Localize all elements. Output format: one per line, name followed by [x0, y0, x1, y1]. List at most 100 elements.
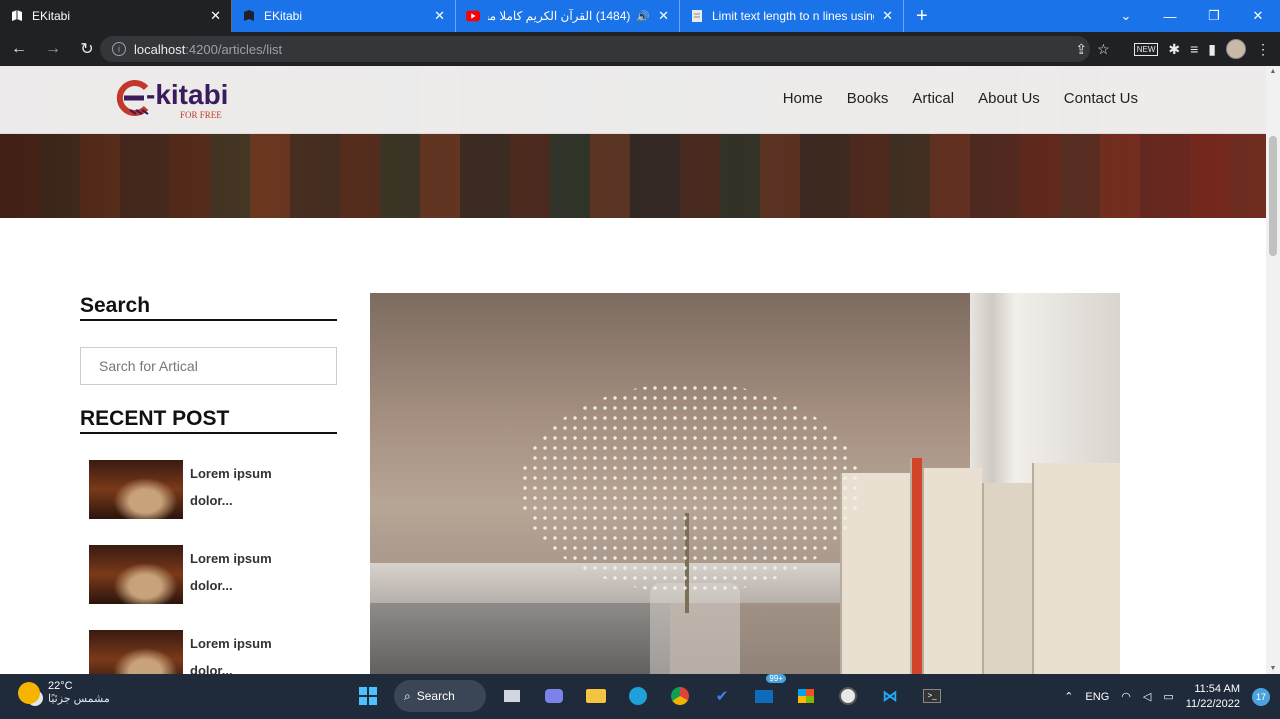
close-tab-icon[interactable]: ✕	[210, 8, 221, 24]
chrome-icon[interactable]	[664, 680, 696, 712]
mail-badge: 99+	[766, 674, 786, 683]
close-tab-icon[interactable]: ✕	[434, 8, 445, 24]
volume-icon[interactable]: ◁	[1143, 690, 1151, 703]
tab-search-icon[interactable]: ⌄	[1104, 8, 1148, 24]
post-excerpt[interactable]: Lorem ipsum dolor...	[190, 460, 290, 519]
windows-taskbar: 22°C مشمس جزئيًا ⌕ Search ✔ 99+ ⋈ >_ ⌃ E…	[0, 674, 1280, 719]
recent-post-item[interactable]: Lorem ipsum dolor...	[89, 460, 337, 519]
book-favicon-icon	[10, 9, 24, 23]
reload-icon[interactable]: ↻	[72, 34, 102, 64]
speaker-icon[interactable]: 🔊	[636, 10, 650, 23]
url-host: localhost	[134, 41, 186, 57]
tab-title: EKitabi	[32, 9, 71, 23]
back-arrow-icon[interactable]: ←	[4, 34, 34, 64]
nav-home[interactable]: Home	[783, 90, 823, 107]
task-view-icon[interactable]	[496, 680, 528, 712]
site-info-icon[interactable]: i	[112, 42, 126, 56]
terminal-icon[interactable]: >_	[916, 680, 948, 712]
logo-e-icon	[116, 80, 149, 116]
post-title-line1: Lorem ipsum	[190, 551, 272, 566]
tab-title: Limit text length to n lines using	[712, 9, 875, 23]
post-thumbnail[interactable]	[89, 545, 183, 604]
logo-tagline: FOR FREE	[180, 110, 222, 120]
image-laptop	[370, 603, 670, 674]
taskbar-search[interactable]: ⌕ Search	[394, 680, 486, 712]
tab-ekitabi-active[interactable]: EKitabi ✕	[0, 0, 232, 32]
vscode-icon[interactable]: ⋈	[874, 680, 906, 712]
teams-chat-icon[interactable]	[538, 680, 570, 712]
bookmark-star-icon[interactable]: ☆	[1097, 41, 1110, 58]
partly-sunny-icon	[18, 681, 40, 704]
weather-widget[interactable]: 22°C مشمس جزئيًا	[18, 680, 110, 705]
clock-time: 11:54 AM	[1194, 682, 1240, 695]
forward-arrow-icon[interactable]: →	[38, 34, 68, 64]
close-tab-icon[interactable]: ✕	[882, 8, 893, 24]
close-window-button[interactable]: ✕	[1236, 8, 1280, 24]
tab-ekitabi[interactable]: EKitabi ✕	[232, 0, 456, 32]
tab-limit-text[interactable]: Limit text length to n lines using ✕	[680, 0, 904, 32]
wifi-icon[interactable]: ◠	[1121, 690, 1131, 703]
microsoft-store-icon[interactable]	[790, 680, 822, 712]
toolbar-actions: ⇪ ☆ NEW ✱ ≡ ▮ ⋮	[1075, 32, 1270, 66]
extension-new-icon[interactable]: NEW	[1133, 42, 1159, 56]
nav-artical[interactable]: Artical	[912, 90, 954, 107]
search-input[interactable]	[80, 347, 337, 385]
reading-list-icon[interactable]: ≡	[1190, 41, 1198, 57]
side-panel-icon[interactable]: ▮	[1208, 41, 1216, 58]
tab-title: (1484) القرآن الكريم كاملا محمد	[488, 9, 631, 23]
address-bar[interactable]: i localhost:4200/articles/list	[100, 36, 1090, 62]
window-controls: ⌄ — ❐ ✕	[1104, 0, 1280, 32]
weather-condition: مشمس جزئيًا	[48, 693, 110, 705]
temperature: 22°C	[48, 680, 73, 692]
featured-article-image[interactable]	[370, 293, 1120, 674]
recent-post-heading: RECENT POST	[80, 407, 337, 434]
recent-post-item[interactable]: Lorem ipsum dolor...	[89, 545, 337, 604]
new-tab-button[interactable]: +	[904, 0, 940, 32]
system-tray: ⌃ ENG ◠ ◁ ▭ 11:54 AM 11/22/2022 17	[1064, 674, 1270, 719]
youtube-favicon-icon	[466, 9, 480, 23]
post-title-line2: dolor...	[190, 663, 233, 674]
menu-dots-icon[interactable]: ⋮	[1256, 41, 1270, 58]
nav-contact-us[interactable]: Contact Us	[1064, 90, 1138, 107]
logo-wordmark: -kitabi	[146, 79, 229, 110]
recent-post-item[interactable]: Lorem ipsum dolor...	[89, 630, 337, 674]
close-tab-icon[interactable]: ✕	[658, 8, 669, 24]
post-excerpt[interactable]: Lorem ipsum dolor...	[190, 545, 290, 604]
minimize-button[interactable]: —	[1148, 9, 1192, 24]
web-page: -kitabi FOR FREE Home Books Artical Abou…	[0, 66, 1266, 674]
image-vase	[650, 583, 740, 674]
profile-avatar[interactable]	[1226, 39, 1246, 59]
battery-icon[interactable]: ▭	[1163, 690, 1173, 703]
tab-title: EKitabi	[264, 9, 303, 23]
windows-start-icon[interactable]	[352, 680, 384, 712]
mail-icon[interactable]: 99+	[748, 674, 786, 712]
share-icon[interactable]: ⇪	[1075, 41, 1087, 58]
post-thumbnail[interactable]	[89, 630, 183, 674]
edge-browser-icon[interactable]	[622, 680, 654, 712]
scroll-down-icon[interactable]: ▼	[1266, 665, 1280, 672]
system-clock[interactable]: 11:54 AM 11/22/2022	[1186, 682, 1240, 712]
nav-about-us[interactable]: About Us	[978, 90, 1040, 107]
taskbar-search-label: Search	[416, 689, 455, 703]
scrollbar-thumb[interactable]	[1269, 136, 1277, 256]
main-menu: Home Books Artical About Us Contact Us	[783, 90, 1138, 107]
tab-youtube[interactable]: (1484) القرآن الكريم كاملا محمد 🔊 ✕	[456, 0, 680, 32]
todo-check-icon[interactable]: ✔	[706, 680, 738, 712]
post-excerpt[interactable]: Lorem ipsum dolor...	[190, 630, 290, 674]
notification-badge[interactable]: 17	[1252, 687, 1270, 706]
clock-app-icon[interactable]	[832, 680, 864, 712]
site-logo[interactable]: -kitabi FOR FREE	[116, 80, 228, 120]
search-icon: ⌕	[404, 688, 411, 703]
file-explorer-icon[interactable]	[580, 680, 612, 712]
language-indicator[interactable]: ENG	[1085, 691, 1109, 703]
chevron-up-icon[interactable]: ⌃	[1064, 690, 1073, 703]
post-thumbnail[interactable]	[89, 460, 183, 519]
clock-date: 11/22/2022	[1185, 697, 1240, 710]
tab-strip: EKitabi ✕ EKitabi ✕ (1484) القرآن الكريم…	[0, 0, 1280, 32]
site-navbar: -kitabi FOR FREE Home Books Artical Abou…	[0, 66, 1266, 134]
puzzle-extensions-icon[interactable]: ✱	[1168, 41, 1180, 58]
restore-button[interactable]: ❐	[1192, 8, 1236, 24]
page-scrollbar[interactable]: ▲ ▼	[1266, 66, 1280, 674]
scroll-up-icon[interactable]: ▲	[1266, 68, 1280, 75]
nav-books[interactable]: Books	[847, 90, 889, 107]
